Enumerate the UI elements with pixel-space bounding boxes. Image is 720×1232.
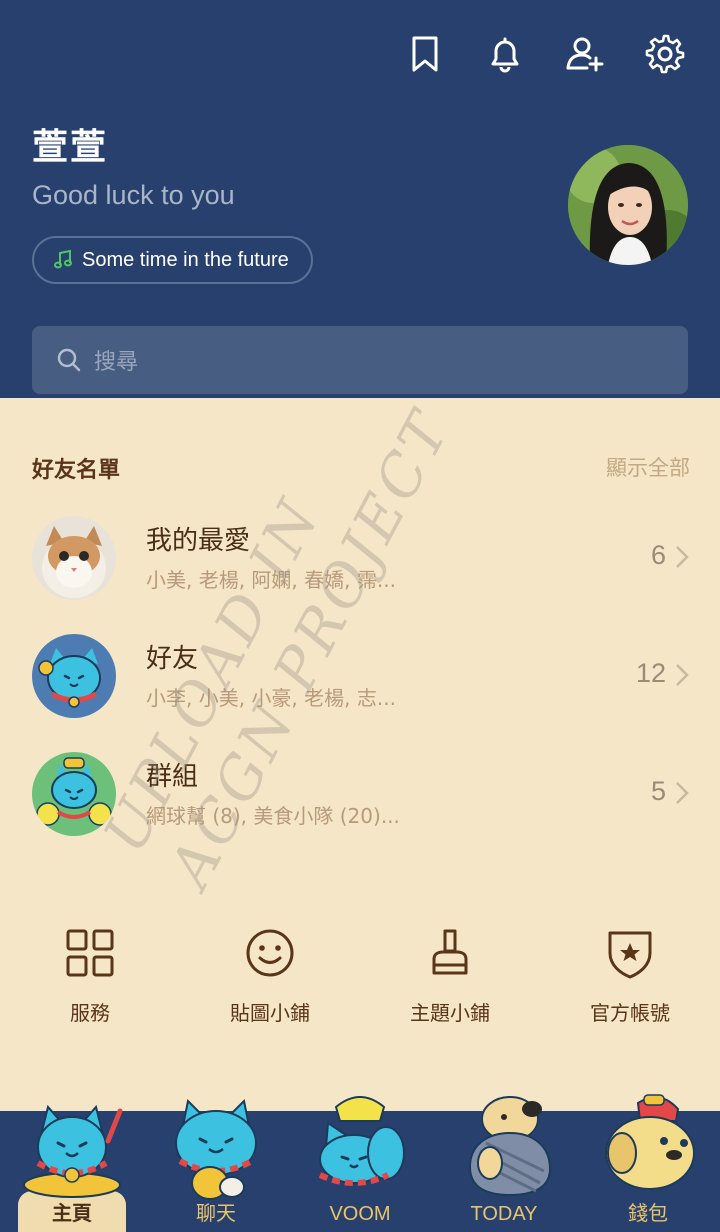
friend-group-count: 12 (635, 658, 666, 688)
profile-avatar[interactable] (568, 145, 688, 265)
show-all-link[interactable]: 顯示全部 (606, 452, 690, 482)
groups-avatar (32, 752, 116, 836)
header-actions (404, 30, 686, 78)
nav-label: 錢包 (628, 1203, 668, 1225)
home-mascot-icon (23, 1104, 123, 1198)
service-label: 官方帳號 (590, 1001, 670, 1025)
service-label: 貼圖小鋪 (230, 1001, 310, 1025)
profile-header: 萱萱 Good luck to you Some time in the fut… (0, 0, 720, 398)
service-label: 主題小鋪 (410, 1001, 490, 1025)
smiley-icon (246, 929, 294, 977)
friend-group-members: 網球幫 (8), 美食小隊 (20)... (146, 804, 400, 828)
friends-avatar (32, 634, 116, 718)
bell-icon[interactable] (484, 30, 526, 78)
service-official-accounts[interactable]: 官方帳號 (540, 925, 720, 1026)
search-icon (57, 348, 81, 372)
status-message[interactable]: Good luck to you (32, 180, 235, 211)
profile-name[interactable]: 萱萱 (32, 118, 108, 170)
music-title: Some time in the future (82, 248, 289, 271)
nav-label: VOOM (329, 1203, 391, 1225)
service-services[interactable]: 服務 (0, 925, 180, 1026)
nav-home[interactable]: 主頁 (0, 1104, 144, 1232)
nav-label: 主頁 (52, 1203, 92, 1225)
nav-label: 聊天 (196, 1203, 236, 1225)
service-sticker-shop[interactable]: 貼圖小鋪 (180, 925, 360, 1026)
nav-wallet[interactable]: 錢包 (576, 1094, 720, 1232)
chevron-right-icon (676, 546, 689, 568)
bottom-navigation: 主頁 聊天 VOOM TODAY 錢包 (0, 1094, 720, 1232)
nav-voom[interactable]: VOOM (288, 1096, 432, 1232)
chats-mascot-icon (175, 1098, 257, 1200)
today-mascot-icon (468, 1096, 552, 1197)
service-theme-shop[interactable]: 主題小鋪 (360, 925, 540, 1026)
friend-group-favorites[interactable]: 我的最愛 小美, 老楊, 阿嫻, 春嬌, 霈... 6 (0, 516, 720, 634)
brush-icon (432, 929, 468, 975)
profile-music-button[interactable]: Some time in the future (32, 236, 313, 284)
nav-today[interactable]: TODAY (432, 1096, 576, 1232)
chevron-right-icon (676, 664, 689, 686)
service-label: 服務 (70, 1001, 110, 1025)
voom-mascot-icon (318, 1096, 405, 1186)
friend-group-title: 我的最愛 (146, 526, 251, 556)
friend-group-title: 好友 (146, 644, 199, 674)
friends-list-title: 好友名單 (32, 458, 121, 483)
favorites-avatar (32, 516, 116, 600)
friend-group-count: 5 (650, 776, 666, 806)
nav-label: TODAY (470, 1203, 538, 1225)
settings-icon[interactable] (644, 30, 686, 78)
search-placeholder: 搜尋 (94, 350, 139, 375)
chevron-right-icon (676, 782, 689, 804)
nav-chats[interactable]: 聊天 (144, 1098, 288, 1232)
friend-group-groups[interactable]: 群組 網球幫 (8), 美食小隊 (20)... 5 (0, 752, 720, 870)
wallet-mascot-icon (605, 1094, 695, 1190)
friend-group-members: 小美, 老楊, 阿嫻, 春嬌, 霈... (146, 568, 396, 592)
grid-icon (66, 929, 114, 977)
friend-group-title: 群組 (146, 762, 199, 792)
bookmark-icon[interactable] (404, 30, 446, 78)
friend-group-members: 小李, 小美, 小豪, 老楊, 志... (146, 686, 396, 710)
search-input[interactable]: 搜尋 (32, 326, 688, 394)
add-friend-icon[interactable] (564, 30, 606, 78)
friend-group-friends[interactable]: 好友 小李, 小美, 小豪, 老楊, 志... 12 (0, 634, 720, 752)
music-note-icon (54, 249, 72, 269)
friend-group-count: 6 (650, 540, 666, 570)
shield-star-icon (608, 931, 652, 979)
